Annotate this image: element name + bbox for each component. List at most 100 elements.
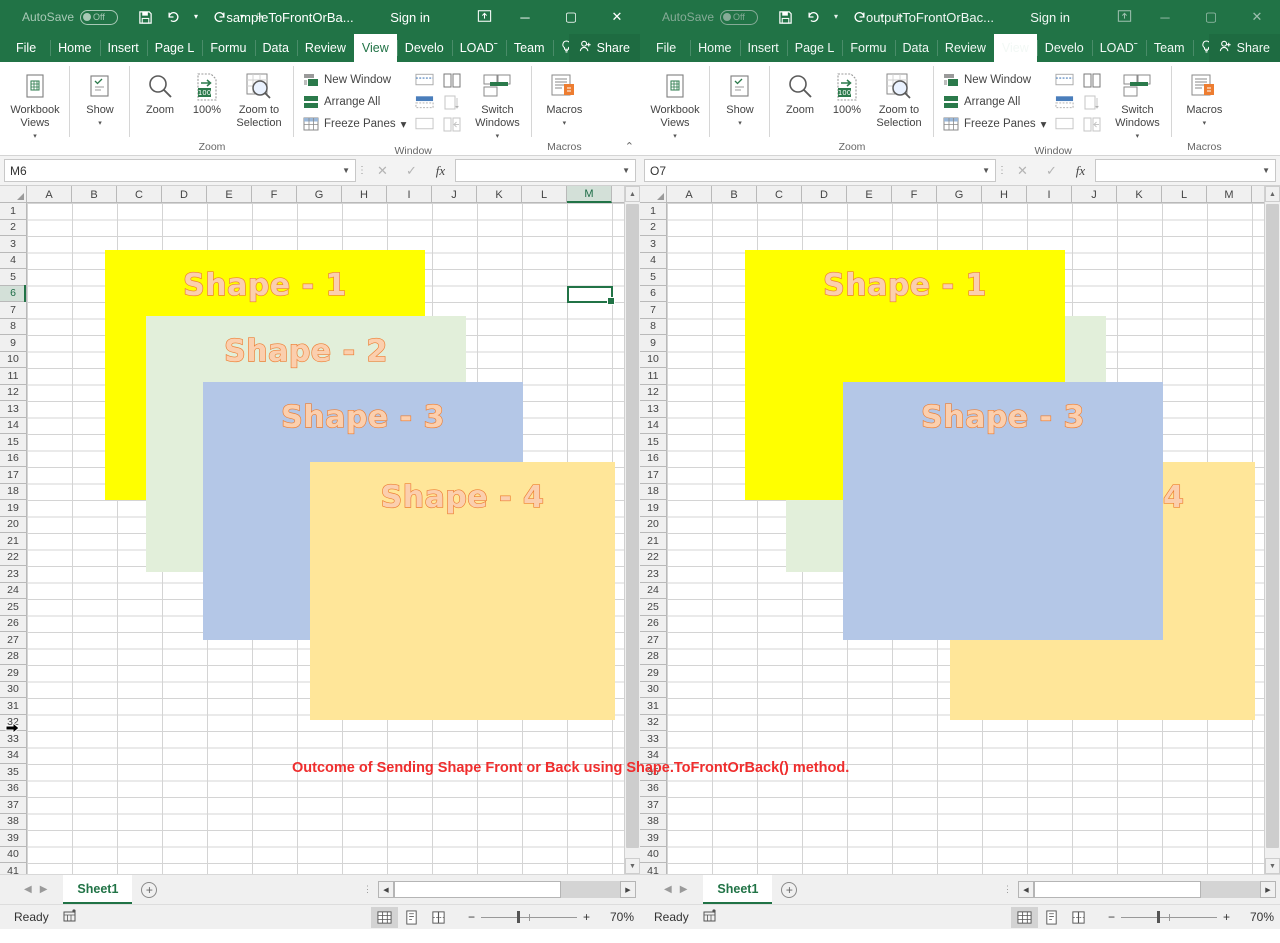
switch-windows-button[interactable]: Switch Windows ▾ [466, 66, 528, 143]
column-header-a[interactable]: A [667, 186, 712, 203]
row-header-26[interactable]: 26 [0, 616, 26, 633]
customize-qat-icon[interactable]: ⩥ [892, 5, 908, 29]
row-header-17[interactable]: 17 [0, 467, 26, 484]
row-header-24[interactable]: 24 [640, 583, 666, 600]
row-header-15[interactable]: 15 [640, 434, 666, 451]
name-box[interactable]: M6 ▼ [4, 159, 356, 182]
close-button[interactable]: ✕ [594, 0, 640, 34]
split-icon[interactable] [1052, 69, 1076, 91]
workbook-views-button[interactable]: Workbook Views ▾ [4, 66, 66, 143]
row-header-38[interactable]: 38 [640, 814, 666, 831]
scroll-up-button[interactable]: ▲ [625, 186, 640, 202]
synchronous-scrolling-icon[interactable] [1080, 91, 1104, 113]
column-header-j[interactable]: J [1072, 186, 1117, 203]
row-header-4[interactable]: 4 [640, 253, 666, 270]
zoom-button[interactable]: Zoom [134, 66, 186, 117]
add-sheet-button[interactable]: + [772, 882, 806, 898]
undo-icon[interactable] [800, 5, 826, 29]
tab-insert[interactable]: Insert [740, 34, 787, 62]
scroll-right-button[interactable]: ▶ [1260, 881, 1276, 898]
redo-icon[interactable] [846, 5, 872, 29]
column-header-l[interactable]: L [1162, 186, 1207, 203]
row-header-21[interactable]: 21 [640, 533, 666, 550]
unhide-window-icon[interactable] [412, 113, 436, 135]
row-header-40[interactable]: 40 [0, 847, 26, 864]
column-header-k[interactable]: K [1117, 186, 1162, 203]
column-header-i[interactable]: I [1027, 186, 1072, 203]
minimize-button[interactable]: ─ [502, 0, 548, 34]
row-header-12[interactable]: 12 [0, 385, 26, 402]
row-header-27[interactable]: 27 [0, 632, 26, 649]
row-header-5[interactable]: 5 [0, 269, 26, 286]
zoom-control[interactable]: − + [1092, 910, 1240, 924]
row-header-20[interactable]: 20 [640, 517, 666, 534]
vertical-scrollbar[interactable]: ▲ ▼ [624, 186, 640, 874]
row-header-12[interactable]: 12 [640, 385, 666, 402]
add-sheet-button[interactable]: + [132, 882, 166, 898]
zoom-slider-thumb[interactable] [517, 911, 520, 923]
row-header-37[interactable]: 37 [0, 797, 26, 814]
show-button[interactable]: Show ▾ [74, 66, 126, 130]
row-header-15[interactable]: 15 [0, 434, 26, 451]
tab-review[interactable]: Review [937, 34, 994, 62]
row-header-7[interactable]: 7 [640, 302, 666, 319]
zoom-button[interactable]: Zoom [774, 66, 826, 117]
row-header-21[interactable]: 21 [0, 533, 26, 550]
horizontal-scroll-track[interactable] [394, 881, 620, 898]
normal-view-button[interactable] [371, 907, 398, 928]
zoom-level-label[interactable]: 70% [1240, 910, 1274, 924]
column-header-b[interactable]: B [712, 186, 757, 203]
row-header-40[interactable]: 40 [640, 847, 666, 864]
zoom-to-selection-button[interactable]: Zoom to Selection [228, 66, 290, 130]
tab-developer[interactable]: Develo [1037, 34, 1092, 62]
row-header-24[interactable]: 24 [0, 583, 26, 600]
chevron-down-icon[interactable]: ▼ [982, 166, 990, 175]
scroll-down-button[interactable]: ▼ [1265, 858, 1280, 874]
row-header-9[interactable]: 9 [640, 335, 666, 352]
ribbon-display-options-icon[interactable] [1117, 9, 1132, 26]
tab-page-layout[interactable]: Page L [147, 34, 203, 62]
collapse-ribbon-icon[interactable]: ⌃ [625, 140, 634, 153]
tab-loadtest[interactable]: LOADˉ [452, 34, 506, 62]
row-header-39[interactable]: 39 [640, 830, 666, 847]
row-header-5[interactable]: 5 [640, 269, 666, 286]
autosave-toggle[interactable]: AutoSave Off [662, 10, 758, 25]
row-header-22[interactable]: 22 [0, 550, 26, 567]
row-header-33[interactable]: 33 [640, 731, 666, 748]
row-header-41[interactable]: 41 [0, 863, 26, 874]
freeze-panes-button[interactable]: Freeze Panes ▾ [938, 113, 1050, 135]
row-header-39[interactable]: 39 [0, 830, 26, 847]
row-header-3[interactable]: 3 [640, 236, 666, 253]
split-icon[interactable] [412, 69, 436, 91]
tab-home[interactable]: Home [50, 34, 99, 62]
macros-button[interactable]: Macros ▾ [536, 66, 592, 130]
maximize-button[interactable]: ▢ [1188, 0, 1234, 34]
tab-page-layout[interactable]: Page L [787, 34, 843, 62]
tab-data[interactable]: Data [255, 34, 297, 62]
row-header-8[interactable]: 8 [640, 319, 666, 336]
sheet-nav-arrows[interactable]: ◀ ▶ [644, 884, 703, 895]
previous-sheet-icon[interactable]: ◀ [24, 884, 32, 895]
autosave-switch[interactable]: Off [80, 10, 118, 25]
tab-file[interactable]: File [0, 34, 50, 62]
row-header-25[interactable]: 25 [0, 599, 26, 616]
hide-window-icon[interactable] [412, 91, 436, 113]
cancel-formula-icon[interactable]: ✕ [368, 159, 397, 182]
undo-dropdown-icon[interactable]: ▾ [188, 5, 204, 29]
column-header-a[interactable]: A [27, 186, 72, 203]
tab-loadtest[interactable]: LOADˉ [1092, 34, 1146, 62]
row-header-8[interactable]: 8 [0, 319, 26, 336]
accessibility-icon[interactable] [703, 909, 717, 926]
workbook-views-button[interactable]: Workbook Views ▾ [644, 66, 706, 143]
row-header-9[interactable]: 9 [0, 335, 26, 352]
scroll-left-button[interactable]: ◀ [378, 881, 394, 898]
row-header-17[interactable]: 17 [640, 467, 666, 484]
horizontal-scroll-track[interactable] [1034, 881, 1260, 898]
previous-sheet-icon[interactable]: ◀ [664, 884, 672, 895]
sign-in-button[interactable]: Sign in [1030, 10, 1070, 25]
column-header-m[interactable]: M [567, 186, 612, 203]
row-header-6[interactable]: 6 [640, 286, 666, 303]
share-button[interactable]: Share [1209, 34, 1280, 62]
expand-formula-bar-icon[interactable]: ▼ [622, 166, 630, 175]
vertical-scroll-thumb[interactable] [626, 204, 639, 848]
